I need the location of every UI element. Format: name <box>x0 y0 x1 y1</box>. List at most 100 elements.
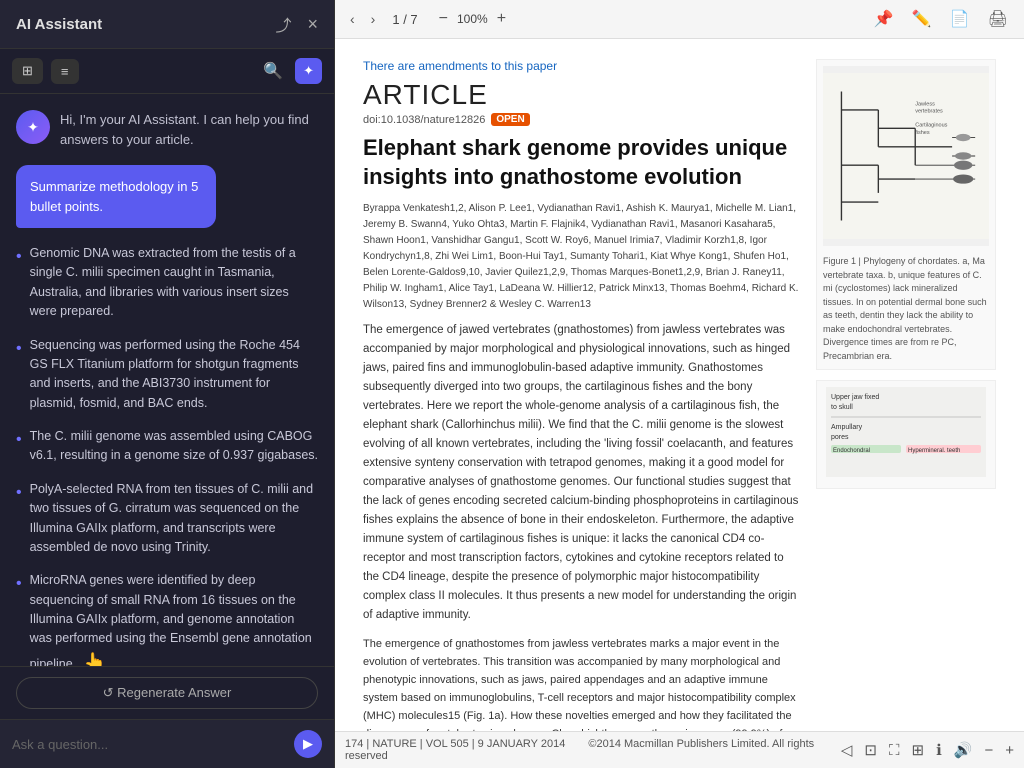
bullet-text: Genomic DNA was extracted from the testi… <box>30 244 318 322</box>
authors: Byrappa Venkatesh1,2, Alison P. Lee1, Vy… <box>363 201 800 313</box>
doi-line: doi:10.1038/nature12826 OPEN <box>363 113 800 126</box>
print-button[interactable]: 🖨 <box>982 6 1014 32</box>
send-button[interactable]: ▶ <box>294 730 322 758</box>
ask-input-row: ▶ <box>0 719 334 768</box>
footer-page-info: 174 | NATURE | VOL 505 | 9 JANUARY 2014 … <box>345 738 841 762</box>
prompt-bubble: Summarize methodology in 5 bullet points… <box>16 165 216 228</box>
main-column: There are amendments to this paper ARTIC… <box>363 59 800 711</box>
abstract: The emergence of jawed vertebrates (gnat… <box>363 321 800 625</box>
nav-back-button[interactable]: ‹ <box>345 8 360 30</box>
ai-response-area: • Genomic DNA was extracted from the tes… <box>0 236 334 666</box>
highlight-icon: ✏️ <box>912 11 932 28</box>
article-toolbar: ‹ › 1 / 7 − 100% + 📌 ✏️ 📄 🖨 <box>335 0 1024 39</box>
svg-text:fishes: fishes <box>915 130 930 136</box>
figure-caption: Figure 1 | Phylogeny of chordates. a, Ma… <box>823 255 989 363</box>
bullet-dot: • <box>16 572 22 666</box>
bullet-text-5: MicroRNA genes were identified by deep s… <box>30 571 318 666</box>
svg-text:Upper jaw fixed: Upper jaw fixed <box>831 394 879 401</box>
grid-toolbar-button[interactable]: ⊞ <box>12 58 43 84</box>
svg-text:Cartilaginous: Cartilaginous <box>915 122 947 128</box>
side-column: Jawless vertebrates Cartilaginous fishes… <box>816 59 996 711</box>
share-icon[interactable]: ⤴ <box>275 12 291 36</box>
bullet-text: The C. milii genome was assembled using … <box>30 427 318 466</box>
pin-button[interactable]: 📌 <box>868 6 900 32</box>
zoom-in-button[interactable]: + <box>492 8 511 30</box>
cursor-hand-icon: 👆 <box>84 649 106 666</box>
phylogeny-figure: Jawless vertebrates Cartilaginous fishes <box>823 66 989 246</box>
list-item: • PolyA-selected RNA from ten tissues of… <box>16 480 318 558</box>
article-content: There are amendments to this paper ARTIC… <box>335 39 1024 731</box>
side-chart: Upper jaw fixed to skull Ampullary pores… <box>823 387 989 477</box>
avatar-icon: ✦ <box>27 119 39 136</box>
list-item: • MicroRNA genes were identified by deep… <box>16 571 318 666</box>
article-panel: ‹ › 1 / 7 − 100% + 📌 ✏️ 📄 🖨 There are am… <box>335 0 1024 768</box>
body-paragraph-1: The emergence of gnathostomes from jawle… <box>363 635 800 731</box>
bullet-dot: • <box>16 428 22 466</box>
svg-text:pores: pores <box>831 434 849 441</box>
list-item: • Sequencing was performed using the Roc… <box>16 336 318 414</box>
open-badge: OPEN <box>491 113 529 126</box>
pin-icon: 📌 <box>874 11 894 28</box>
amendments-banner: There are amendments to this paper <box>363 59 800 73</box>
grid-footer-icon[interactable]: ⊞ <box>912 741 925 759</box>
list-item: • The C. milii genome was assembled usin… <box>16 427 318 466</box>
search-toolbar-button[interactable]: 🔍 <box>259 57 287 85</box>
wand-icon: ✦ <box>303 63 314 79</box>
fit-footer-icon[interactable]: ⊡ <box>864 741 877 759</box>
fullscreen-footer-icon[interactable]: ⛶ <box>889 742 900 759</box>
prompt-text: Summarize methodology in 5 bullet points… <box>30 179 198 214</box>
article-label: ARTICLE <box>363 79 800 111</box>
zoom-out-button[interactable]: − <box>434 8 453 30</box>
ask-input[interactable] <box>12 737 286 752</box>
ai-intro-row: ✦ Hi, I'm your AI Assistant. I can help … <box>0 94 334 165</box>
avatar: ✦ <box>16 110 50 144</box>
footer-icons: ◁ ⊡ ⛶ ⊞ ℹ 🔊 − + <box>841 741 1014 759</box>
svg-text:Jawless: Jawless <box>915 101 935 107</box>
svg-text:vertebrates: vertebrates <box>915 109 943 115</box>
zoom-plus-footer-icon[interactable]: + <box>1005 742 1014 759</box>
print-icon: 🖨 <box>988 11 1008 28</box>
zoom-controls: − 100% + <box>434 8 511 30</box>
sound-footer-icon[interactable]: 🔊 <box>954 741 973 759</box>
info-footer-icon[interactable]: ℹ <box>936 741 942 759</box>
svg-text:Hypermineral. teeth: Hypermineral. teeth <box>908 448 960 454</box>
back-footer-icon[interactable]: ◁ <box>841 741 853 759</box>
zoom-level: 100% <box>457 12 488 26</box>
regenerate-button[interactable]: ↺ Regenerate Answer <box>16 677 318 709</box>
side-figure-top: Jawless vertebrates Cartilaginous fishes… <box>816 59 996 370</box>
send-icon: ▶ <box>303 736 313 752</box>
wand-toolbar-button[interactable]: ✦ <box>295 58 322 84</box>
page-view-button[interactable]: 📄 <box>944 6 976 32</box>
list-item: • Genomic DNA was extracted from the tes… <box>16 244 318 322</box>
ai-header-icons: ⤴ × <box>275 12 318 36</box>
grid-icon: ⊞ <box>22 63 33 79</box>
close-button[interactable]: × <box>307 14 318 35</box>
ai-header: AI Assistant ⤴ × <box>0 0 334 49</box>
article-title: Elephant shark genome provides unique in… <box>363 134 800 191</box>
menu-toolbar-button[interactable]: ≡ <box>51 59 79 84</box>
menu-icon: ≡ <box>61 64 69 79</box>
svg-text:Endochondral: Endochondral <box>833 448 870 454</box>
page-indicator: 1 / 7 <box>386 12 423 27</box>
page-icon: 📄 <box>950 11 970 28</box>
ai-panel: AI Assistant ⤴ × ⊞ ≡ 🔍 ✦ ✦ Hi, I'm your … <box>0 0 335 768</box>
ai-toolbar: ⊞ ≡ 🔍 ✦ <box>0 49 334 94</box>
bullet-text: PolyA-selected RNA from ten tissues of C… <box>30 480 318 558</box>
bullet-dot: • <box>16 245 22 322</box>
side-figure-bottom: Upper jaw fixed to skull Ampullary pores… <box>816 380 996 489</box>
highlight-button[interactable]: ✏️ <box>906 6 938 32</box>
bullet-dot: • <box>16 481 22 558</box>
nav-forward-button[interactable]: › <box>366 8 381 30</box>
bullet-list: • Genomic DNA was extracted from the tes… <box>16 244 318 666</box>
svg-text:to skull: to skull <box>831 404 853 411</box>
article-footer: 174 | NATURE | VOL 505 | 9 JANUARY 2014 … <box>335 731 1024 768</box>
bullet-text: Sequencing was performed using the Roche… <box>30 336 318 414</box>
ai-panel-title: AI Assistant <box>16 16 102 33</box>
zoom-minus-footer-icon[interactable]: − <box>984 742 993 759</box>
ai-intro-text: Hi, I'm your AI Assistant. I can help yo… <box>60 110 318 149</box>
search-icon: 🔍 <box>263 63 283 80</box>
svg-text:Ampullary: Ampullary <box>831 424 863 431</box>
doi-text: doi:10.1038/nature12826 <box>363 114 485 126</box>
bullet-dot: • <box>16 337 22 414</box>
regenerate-area: ↺ Regenerate Answer <box>0 666 334 719</box>
